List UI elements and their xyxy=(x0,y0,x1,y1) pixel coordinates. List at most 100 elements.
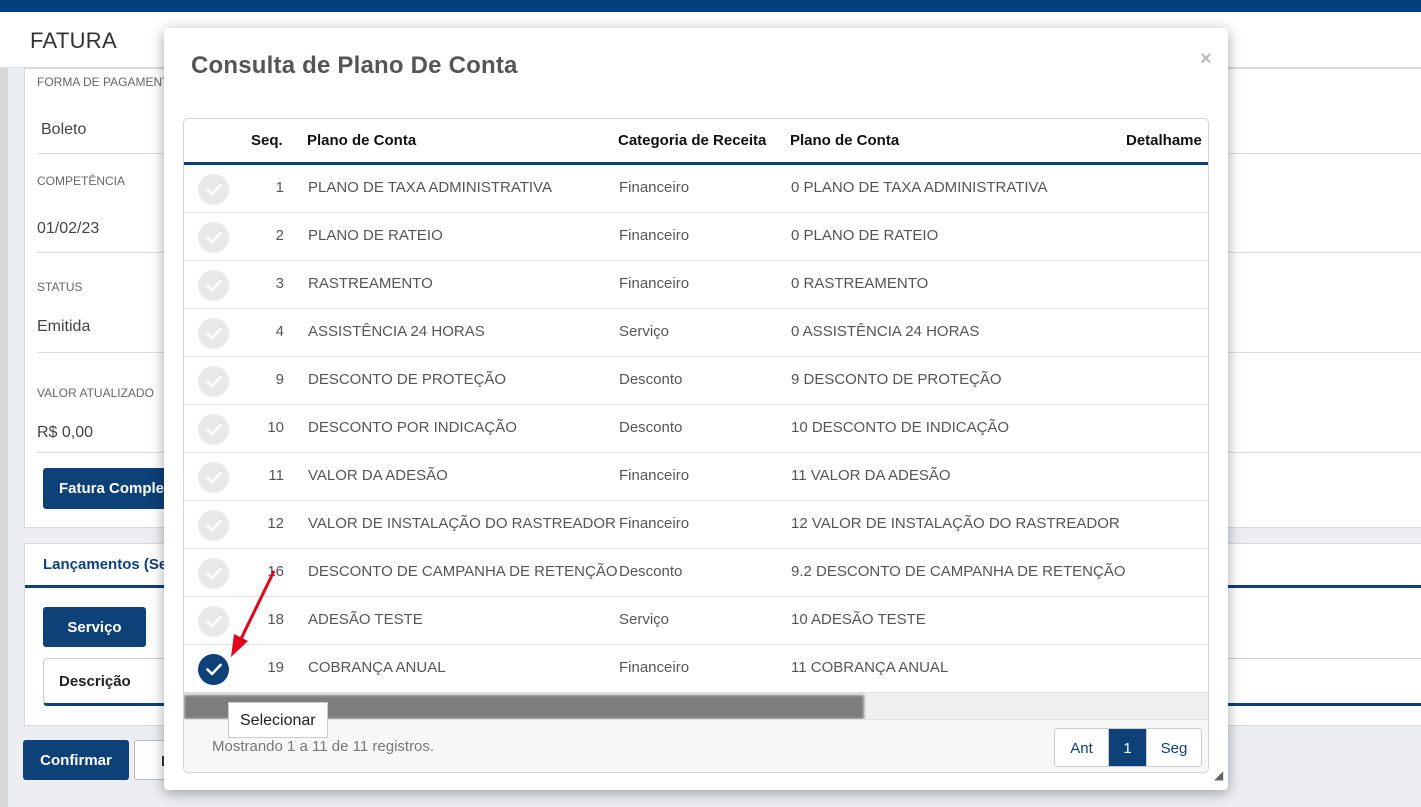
cell-plano-conta-2: 11 COBRANÇA ANUAL xyxy=(791,659,949,676)
servico-button[interactable]: Serviço xyxy=(43,607,146,647)
cell-seq: 2 xyxy=(275,227,284,244)
cell-plano-conta: VALOR DA ADESÃO xyxy=(308,467,448,484)
cell-seq: 3 xyxy=(275,275,284,292)
column-header-categoria-receita[interactable]: Categoria de Receita xyxy=(618,132,766,149)
select-check-button[interactable] xyxy=(198,222,229,253)
cell-plano-conta: PLANO DE TAXA ADMINISTRATIVA xyxy=(308,179,552,196)
select-check-button[interactable] xyxy=(198,462,229,493)
records-info: Mostrando 1 a 11 de 11 registros. xyxy=(212,738,435,755)
cell-plano-conta-2: 10 DESCONTO DE INDICAÇÃO xyxy=(791,419,1010,436)
select-check-button[interactable] xyxy=(198,558,229,589)
cell-plano-conta-2: 11 VALOR DA ADESÃO xyxy=(791,467,951,484)
table-row[interactable]: 2 PLANO DE RATEIO Financeiro 0 PLANO DE RAT… xyxy=(184,213,1208,261)
select-check-button[interactable] xyxy=(198,606,229,637)
check-icon xyxy=(205,375,222,388)
descricao-label: Descrição xyxy=(59,673,131,690)
table-row[interactable]: 4 ASSISTÊNCIA 24 HORAS Serviço 0 ASSISTÊNCI… xyxy=(184,309,1208,357)
check-icon xyxy=(205,231,222,244)
field-label-forma-pagamento: FORMA DE PAGAMENTO xyxy=(37,75,179,89)
table-row[interactable]: 19 COBRANÇA ANUAL Financeiro 11 COBRANÇA AN… xyxy=(184,645,1208,693)
cell-seq: 9 xyxy=(275,371,284,388)
cell-seq: 11 xyxy=(268,467,284,484)
cell-plano-conta: PLANO DE RATEIO xyxy=(308,227,443,244)
select-tooltip: Selecionar xyxy=(228,702,328,738)
column-header-seq[interactable]: Seq. xyxy=(251,132,283,149)
cell-seq: 16 xyxy=(267,563,284,580)
cell-seq: 18 xyxy=(267,611,284,628)
select-check-button[interactable] xyxy=(198,366,229,397)
column-header-detalhamento[interactable]: Detalhame xyxy=(1126,132,1202,149)
cell-plano-conta: VALOR DE INSTALAÇÃO DO RASTREADOR xyxy=(308,515,616,532)
field-value-competencia[interactable]: 01/02/23 xyxy=(37,220,99,238)
cell-categoria: Financeiro xyxy=(619,275,690,292)
horizontal-scrollbar[interactable] xyxy=(184,693,1208,719)
select-check-button[interactable] xyxy=(198,270,229,301)
cell-plano-conta-2: 0 ASSISTÊNCIA 24 HORAS xyxy=(791,323,980,340)
cell-plano-conta: ADESÃO TESTE xyxy=(308,611,423,628)
grid-header: Seq. Plano de Conta Categoria de Receita… xyxy=(184,119,1208,165)
cell-plano-conta-2: 10 ADESÃO TESTE xyxy=(791,611,926,628)
cell-categoria: Serviço xyxy=(619,323,670,340)
field-value-status: Emitida xyxy=(37,318,91,335)
resize-grip-icon[interactable]: ◢ xyxy=(1214,768,1223,782)
cell-categoria: Desconto xyxy=(619,563,683,580)
cell-seq: 4 xyxy=(275,323,284,340)
cell-categoria: Financeiro xyxy=(619,179,690,196)
column-header-plano-conta[interactable]: Plano de Conta xyxy=(307,132,416,149)
check-icon xyxy=(205,183,222,196)
cell-seq: 19 xyxy=(267,659,284,676)
check-icon xyxy=(205,471,222,484)
table-row[interactable]: 12 VALOR DE INSTALAÇÃO DO RASTREADOR Finan… xyxy=(184,501,1208,549)
cell-plano-conta: DESCONTO DE PROTEÇÃO xyxy=(308,371,507,388)
pagination: Ant 1 Seg xyxy=(1054,728,1202,767)
field-label-competencia: COMPETÊNCIA xyxy=(37,174,126,188)
cell-categoria: Serviço xyxy=(619,611,670,628)
cell-plano-conta-2: 0 PLANO DE TAXA ADMINISTRATIVA xyxy=(791,179,1048,196)
close-icon[interactable]: × xyxy=(1200,48,1212,71)
table-row[interactable]: 9 DESCONTO DE PROTEÇÃO Desconto 9 DESCONTO … xyxy=(184,357,1208,405)
table-row[interactable]: 11 VALOR DA ADESÃO Financeiro 11 VALOR DA A… xyxy=(184,453,1208,501)
cell-seq: 10 xyxy=(267,419,284,436)
table-row[interactable]: 3 RASTREAMENTO Financeiro 0 RASTREAMENTO xyxy=(184,261,1208,309)
check-icon xyxy=(205,663,222,676)
prev-page-button[interactable]: Ant xyxy=(1055,729,1109,766)
lancamentos-title: Lançamentos (Se xyxy=(43,556,168,573)
table-row[interactable]: 10 DESCONTO POR INDICAÇÃO Desconto 10 DESCO… xyxy=(184,405,1208,453)
cell-categoria: Desconto xyxy=(619,419,683,436)
field-label-status: STATUS xyxy=(37,280,83,294)
plano-conta-grid: Seq. Plano de Conta Categoria de Receita… xyxy=(183,118,1209,773)
select-check-button[interactable] xyxy=(198,174,229,205)
check-icon xyxy=(205,327,222,340)
cell-plano-conta: COBRANÇA ANUAL xyxy=(308,659,446,676)
field-value-valor-atualizado: R$ 0,00 xyxy=(37,424,94,441)
page-title: FATURA xyxy=(30,28,117,53)
cell-categoria: Financeiro xyxy=(619,227,690,244)
next-page-button[interactable]: Seg xyxy=(1147,729,1201,766)
cell-seq: 1 xyxy=(275,179,284,196)
table-row[interactable]: 1 PLANO DE TAXA ADMINISTRATIVA Financeiro 0… xyxy=(184,165,1208,213)
check-icon xyxy=(205,279,222,292)
column-header-plano-conta-2[interactable]: Plano de Conta xyxy=(790,132,899,149)
cell-plano-conta-2: 9 DESCONTO DE PROTEÇÃO xyxy=(791,371,1002,388)
field-value-forma-pagamento[interactable]: Boleto xyxy=(41,121,86,139)
select-check-button[interactable] xyxy=(198,414,229,445)
check-icon xyxy=(205,423,222,436)
check-icon xyxy=(205,519,222,532)
select-check-button[interactable] xyxy=(198,318,229,349)
cell-plano-conta: DESCONTO POR INDICAÇÃO xyxy=(308,419,517,436)
table-row[interactable]: 16 DESCONTO DE CAMPANHA DE RETENÇÃO Descon… xyxy=(184,549,1208,597)
modal-title: Consulta de Plano De Conta xyxy=(191,52,518,79)
table-row[interactable]: 18 ADESÃO TESTE Serviço 10 ADESÃO TESTE xyxy=(184,597,1208,645)
confirmar-button[interactable]: Confirmar xyxy=(23,740,129,780)
cell-plano-conta: RASTREAMENTO xyxy=(308,275,433,292)
cell-plano-conta-2: 9.2 DESCONTO DE CAMPANHA DE RETENÇÃO xyxy=(791,563,1126,580)
cell-plano-conta-2: 0 PLANO DE RATEIO xyxy=(791,227,939,244)
cell-categoria: Financeiro xyxy=(619,659,690,676)
cell-plano-conta-2: 12 VALOR DE INSTALAÇÃO DO RASTREADOR xyxy=(791,515,1120,532)
side-strip xyxy=(0,68,8,807)
page-1-button[interactable]: 1 xyxy=(1109,729,1147,766)
select-check-button[interactable] xyxy=(198,510,229,541)
cell-plano-conta: ASSISTÊNCIA 24 HORAS xyxy=(308,323,485,340)
cell-seq: 12 xyxy=(267,515,284,532)
select-check-button[interactable] xyxy=(198,654,229,685)
